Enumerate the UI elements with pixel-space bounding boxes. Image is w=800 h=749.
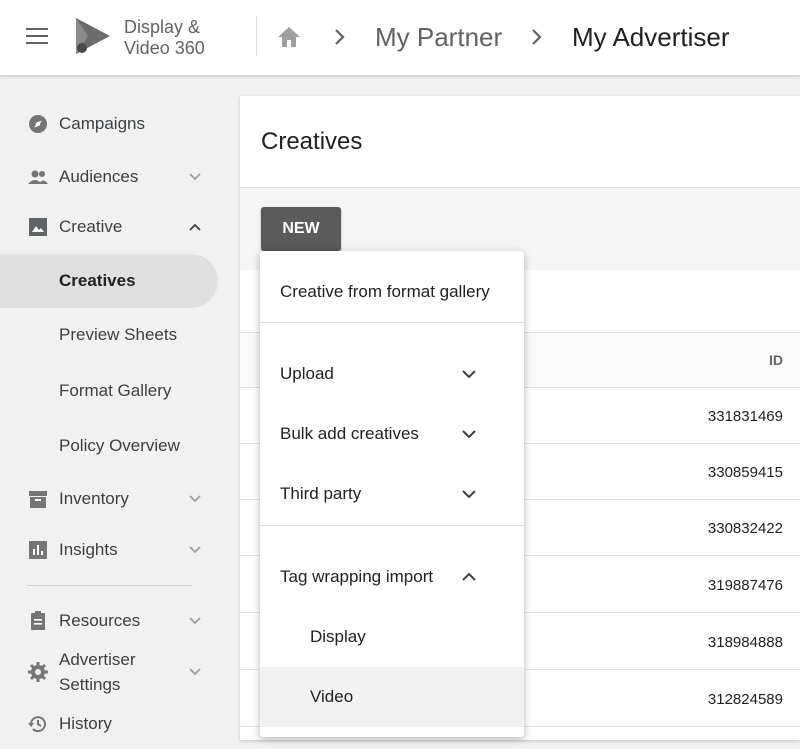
sidebar-item-insights[interactable]: Insights <box>0 525 218 575</box>
menu-item-video[interactable]: Video <box>260 667 524 727</box>
sidebar-item-format-gallery[interactable]: Format Gallery <box>0 366 218 416</box>
menu-item-third-party[interactable]: Third party <box>260 464 524 524</box>
sidebar-item-label: Advertiser Settings <box>59 650 136 694</box>
menu-item-label: Video <box>310 687 354 706</box>
sidebar-item-preview-sheets[interactable]: Preview Sheets <box>0 310 218 360</box>
menu-item-bulk-add[interactable]: Bulk add creatives <box>260 404 524 464</box>
sidebar-item-inventory[interactable]: Inventory <box>0 474 218 524</box>
menu-item-label: Bulk add creatives <box>280 424 419 443</box>
sidebar-divider <box>27 585 192 586</box>
new-button[interactable]: NEW <box>261 207 341 251</box>
clipboard-icon <box>31 611 45 630</box>
sidebar-item-label: Preview Sheets <box>59 325 178 344</box>
chevron-down-icon <box>189 173 201 181</box>
chevron-down-icon <box>189 617 201 625</box>
gear-icon <box>28 662 48 682</box>
sidebar-item-audiences[interactable]: Audiences <box>0 152 218 202</box>
sidebar-item-label: Insights <box>59 540 118 559</box>
chevron-down-icon <box>189 546 201 554</box>
sidebar-item-policy-overview[interactable]: Policy Overview <box>0 421 218 471</box>
menu-item-display[interactable]: Display <box>260 607 524 667</box>
column-header-id[interactable]: ID <box>769 352 783 368</box>
history-icon <box>28 716 46 733</box>
creative-id: 330859415 <box>707 464 783 481</box>
header-divider <box>256 16 257 56</box>
sidebar-item-history[interactable]: History <box>0 699 218 749</box>
menu-item-label: Display <box>310 627 366 646</box>
creative-id: 331831469 <box>707 408 783 425</box>
sidebar-item-label: Format Gallery <box>59 381 172 400</box>
breadcrumb-advertiser[interactable]: My Advertiser <box>572 22 730 53</box>
compass-icon <box>29 115 47 133</box>
sidebar-item-label: Policy Overview <box>59 436 180 455</box>
creative-id: 319887476 <box>707 577 783 594</box>
image-icon <box>29 218 47 236</box>
menu-divider <box>260 322 524 323</box>
page-header: Creatives <box>240 96 800 188</box>
sidebar-item-label: Creatives <box>59 271 136 290</box>
sidebar-item-label: Inventory <box>59 489 129 508</box>
sidebar-item-label: History <box>59 714 112 733</box>
menu-item-label: Third party <box>280 484 362 503</box>
chevron-right-icon <box>532 29 542 45</box>
menu-item-format-gallery[interactable]: Creative from format gallery <box>260 262 524 322</box>
sidebar-item-advertiser-settings[interactable]: Advertiser Settings <box>0 645 218 699</box>
sidebar-item-creative[interactable]: Creative <box>0 202 218 252</box>
chevron-up-icon <box>189 223 201 231</box>
sidebar-item-label: Campaigns <box>59 114 145 133</box>
menu-item-label: Tag wrapping import <box>280 567 434 586</box>
chevron-down-icon <box>189 495 201 503</box>
chevron-down-icon <box>462 490 476 499</box>
bar-chart-icon <box>29 541 47 559</box>
sidebar: Campaigns Audiences Creative Creatives P… <box>0 77 232 740</box>
creative-id: 318984888 <box>707 634 783 651</box>
sidebar-item-campaigns[interactable]: Campaigns <box>0 99 218 149</box>
sidebar-item-label: Creative <box>59 217 123 236</box>
menu-divider <box>260 525 524 526</box>
home-icon[interactable] <box>276 25 302 49</box>
sidebar-item-label: Audiences <box>59 167 139 186</box>
dv360-logo-icon <box>76 18 110 54</box>
sidebar-item-resources[interactable]: Resources <box>0 596 218 646</box>
menu-item-tag-wrapping-import[interactable]: Tag wrapping import <box>260 547 524 607</box>
sidebar-item-creatives[interactable]: Creatives <box>0 254 218 308</box>
chevron-up-icon <box>462 572 476 581</box>
archive-icon <box>29 491 47 508</box>
chevron-down-icon <box>462 430 476 439</box>
breadcrumb-partner[interactable]: My Partner <box>375 22 502 53</box>
menu-item-label: Upload <box>280 364 334 383</box>
menu-item-label: Creative from format gallery <box>280 282 490 301</box>
sidebar-item-label: Resources <box>59 611 141 630</box>
chevron-down-icon <box>189 668 201 676</box>
chevron-right-icon <box>335 29 345 45</box>
top-bar: Display & Video 360 My Partner My Advert… <box>0 0 800 76</box>
page-title: Creatives <box>261 128 363 155</box>
menu-item-upload[interactable]: Upload <box>260 344 524 404</box>
chevron-down-icon <box>462 370 476 379</box>
menu-icon[interactable] <box>26 28 48 46</box>
new-menu: Creative from format gallery Upload Bulk… <box>260 251 524 737</box>
people-icon <box>28 170 48 184</box>
creative-id: 330832422 <box>707 520 783 537</box>
creative-id: 312824589 <box>707 691 783 708</box>
product-name: Display & Video 360 <box>124 17 205 58</box>
